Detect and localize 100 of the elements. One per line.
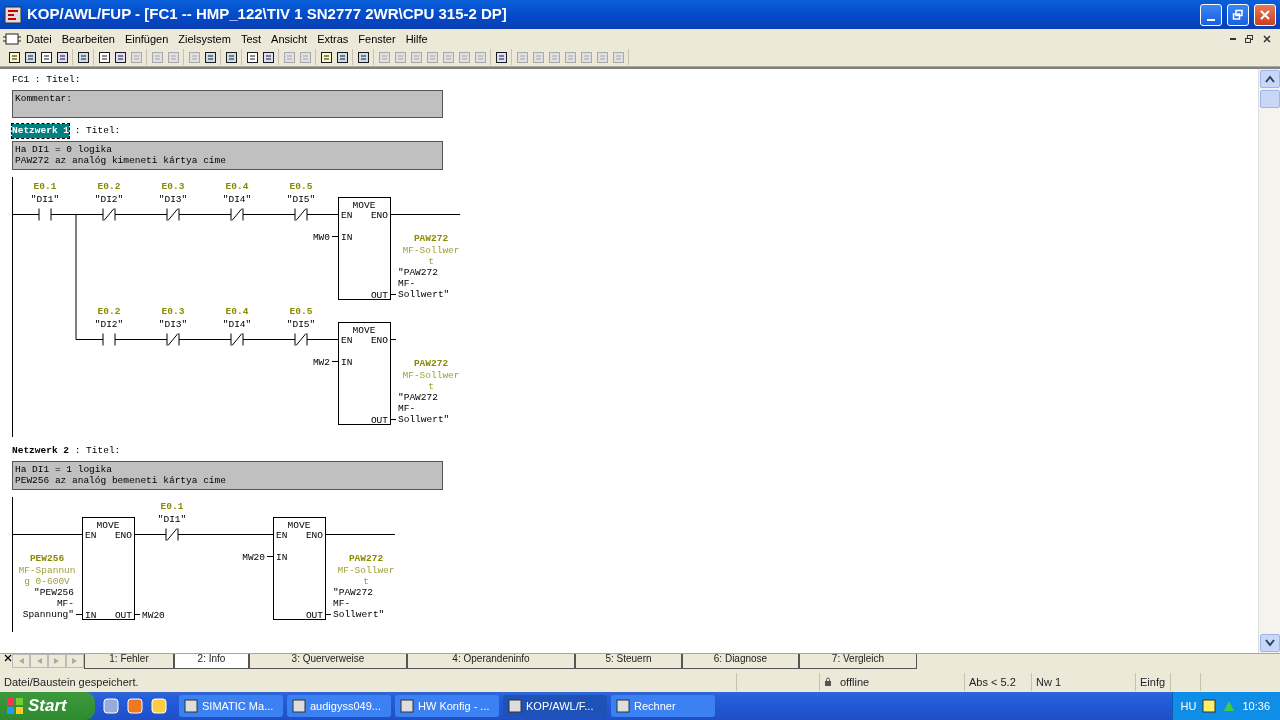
output-tab[interactable]: 1: Fehler [84, 653, 174, 670]
tool-icon[interactable] [319, 50, 333, 64]
app-icon[interactable] [103, 698, 119, 714]
operand-symbol: "DI2" [94, 318, 124, 330]
menu-item[interactable]: Extras [312, 30, 354, 48]
tool-icon[interactable] [55, 50, 69, 64]
status-mode: offline [840, 674, 870, 690]
wire-line [178, 338, 232, 340]
start-button[interactable]: Start [0, 692, 95, 720]
output-tab[interactable]: 6: Diagnose [682, 653, 799, 670]
tool-icon[interactable] [335, 50, 349, 64]
operand-comment: MF-Sollwer t [402, 369, 460, 392]
wire-line [134, 613, 141, 615]
windows-logo-icon [6, 697, 24, 715]
wire-line [390, 213, 461, 215]
output-tab[interactable]: 7: Vergleich [799, 653, 917, 670]
taskbar-button[interactable]: HW Konfig - ... [395, 695, 499, 717]
taskbar-button[interactable]: KOP/AWL/F... [503, 695, 607, 717]
taskbar-button[interactable]: Rechner [611, 695, 715, 717]
close-icon[interactable] [1262, 34, 1272, 45]
taskbar-button[interactable]: audigyss049... [287, 695, 391, 717]
operand-comment: MF-Sollwer t [402, 244, 460, 267]
scroll-up-button[interactable] [1260, 69, 1280, 88]
operand-address: E0.4 [225, 305, 249, 317]
pin-label: IN [341, 356, 353, 368]
operand-address: E0.1 [160, 500, 184, 512]
operand-symbol: "PAW272 MF- Sollwert" [398, 266, 450, 300]
tool-icon[interactable] [203, 50, 217, 64]
app-icon[interactable] [127, 698, 143, 714]
wire-line [266, 555, 274, 557]
network-label[interactable]: Netzwerk 2 [12, 444, 69, 459]
tool-icon[interactable] [23, 50, 37, 64]
scroll-down-button[interactable] [1260, 633, 1280, 652]
comment-field[interactable]: Ha DI1 = 0 logika PAW272 az analóg kimeneti kártya címe [12, 140, 443, 170]
operand-address: E0.2 [97, 305, 121, 317]
operand-comment: MF-Spannun g 0-600V [18, 564, 76, 587]
operand-symbol: "DI4" [222, 193, 252, 205]
pin-label: OUT [370, 414, 388, 426]
tool-icon[interactable] [245, 50, 259, 64]
menu-item[interactable]: Test [235, 30, 267, 48]
tool-icon[interactable] [261, 50, 275, 64]
box-title: MOVE [96, 519, 120, 531]
output-tab[interactable]: 4: Operandeninfo [407, 653, 575, 670]
wire-line [306, 213, 339, 215]
wire-line [325, 533, 396, 535]
close-icon[interactable] [4, 653, 12, 662]
operand-address: MW20 [142, 609, 165, 621]
menu-item[interactable]: Einfügen [119, 30, 174, 48]
menu-item[interactable]: Zielsystem [173, 30, 236, 48]
app-icon[interactable] [151, 698, 167, 714]
app-icon [4, 5, 22, 24]
operand-symbol: "PAW272 MF- Sollwert" [333, 586, 385, 620]
operand-address: MW2 [312, 356, 330, 368]
wire-line [331, 360, 339, 362]
tool-icon[interactable] [76, 50, 90, 64]
status-position: Abs < 5.2 [969, 674, 1016, 690]
scroll-thumb[interactable] [1260, 89, 1280, 108]
wire-line [242, 213, 296, 215]
tool-icon[interactable] [7, 50, 21, 64]
menu-item[interactable]: Hilfe [400, 30, 433, 48]
taskbar-button[interactable]: SIMATIC Ma... [179, 695, 283, 717]
pin-label: EN [276, 529, 288, 541]
operand-address: E0.5 [289, 305, 313, 317]
output-tab[interactable]: 2: Info [174, 653, 249, 670]
operand-symbol: "DI5" [286, 193, 316, 205]
tool-icon[interactable] [356, 50, 370, 64]
menu-item[interactable]: Bearbeiten [56, 30, 120, 48]
operand-address: MW20 [242, 551, 265, 563]
restore-icon[interactable] [1244, 34, 1254, 45]
comment-field[interactable]: Kommentar: [12, 89, 443, 118]
status-insert-mode: Einfg [1140, 674, 1166, 690]
output-tab[interactable]: 3: Querverweise [249, 653, 407, 670]
wire-line [331, 235, 339, 237]
tool-icon[interactable] [39, 50, 53, 64]
restore-button[interactable] [1227, 3, 1249, 26]
pin-label: IN [341, 231, 353, 243]
minimize-button[interactable] [1200, 3, 1222, 26]
title-label: : Titel: [73, 124, 121, 139]
menu-item[interactable]: Ansicht [266, 30, 313, 48]
operand-symbol: "DI1" [30, 193, 60, 205]
tool-icon[interactable] [224, 50, 238, 64]
tool-icon[interactable] [113, 50, 127, 64]
window-icon [292, 699, 306, 713]
menu-item[interactable]: Datei [21, 30, 57, 48]
minimize-icon[interactable] [1230, 38, 1236, 41]
wire-line [114, 213, 168, 215]
operand-address: E0.4 [225, 180, 249, 192]
close-button[interactable] [1254, 3, 1276, 26]
comment-field[interactable]: Ha DI1 = 1 logika PEW256 az analóg bemeneti kártya címe [12, 460, 443, 490]
minimize-icon [1207, 18, 1215, 21]
pin-label: IN [85, 609, 97, 621]
window-icon [184, 699, 198, 713]
operand-address: E0.3 [161, 305, 185, 317]
menu-item[interactable]: Fenster [353, 30, 401, 48]
status-network: Nw 1 [1036, 674, 1062, 690]
output-tab[interactable]: 5: Steuern [575, 653, 682, 670]
pin-label: ENO [114, 529, 132, 541]
network-label[interactable]: Netzwerk 1 [12, 124, 69, 139]
tool-icon[interactable] [97, 50, 111, 64]
tool-icon[interactable] [494, 50, 508, 64]
